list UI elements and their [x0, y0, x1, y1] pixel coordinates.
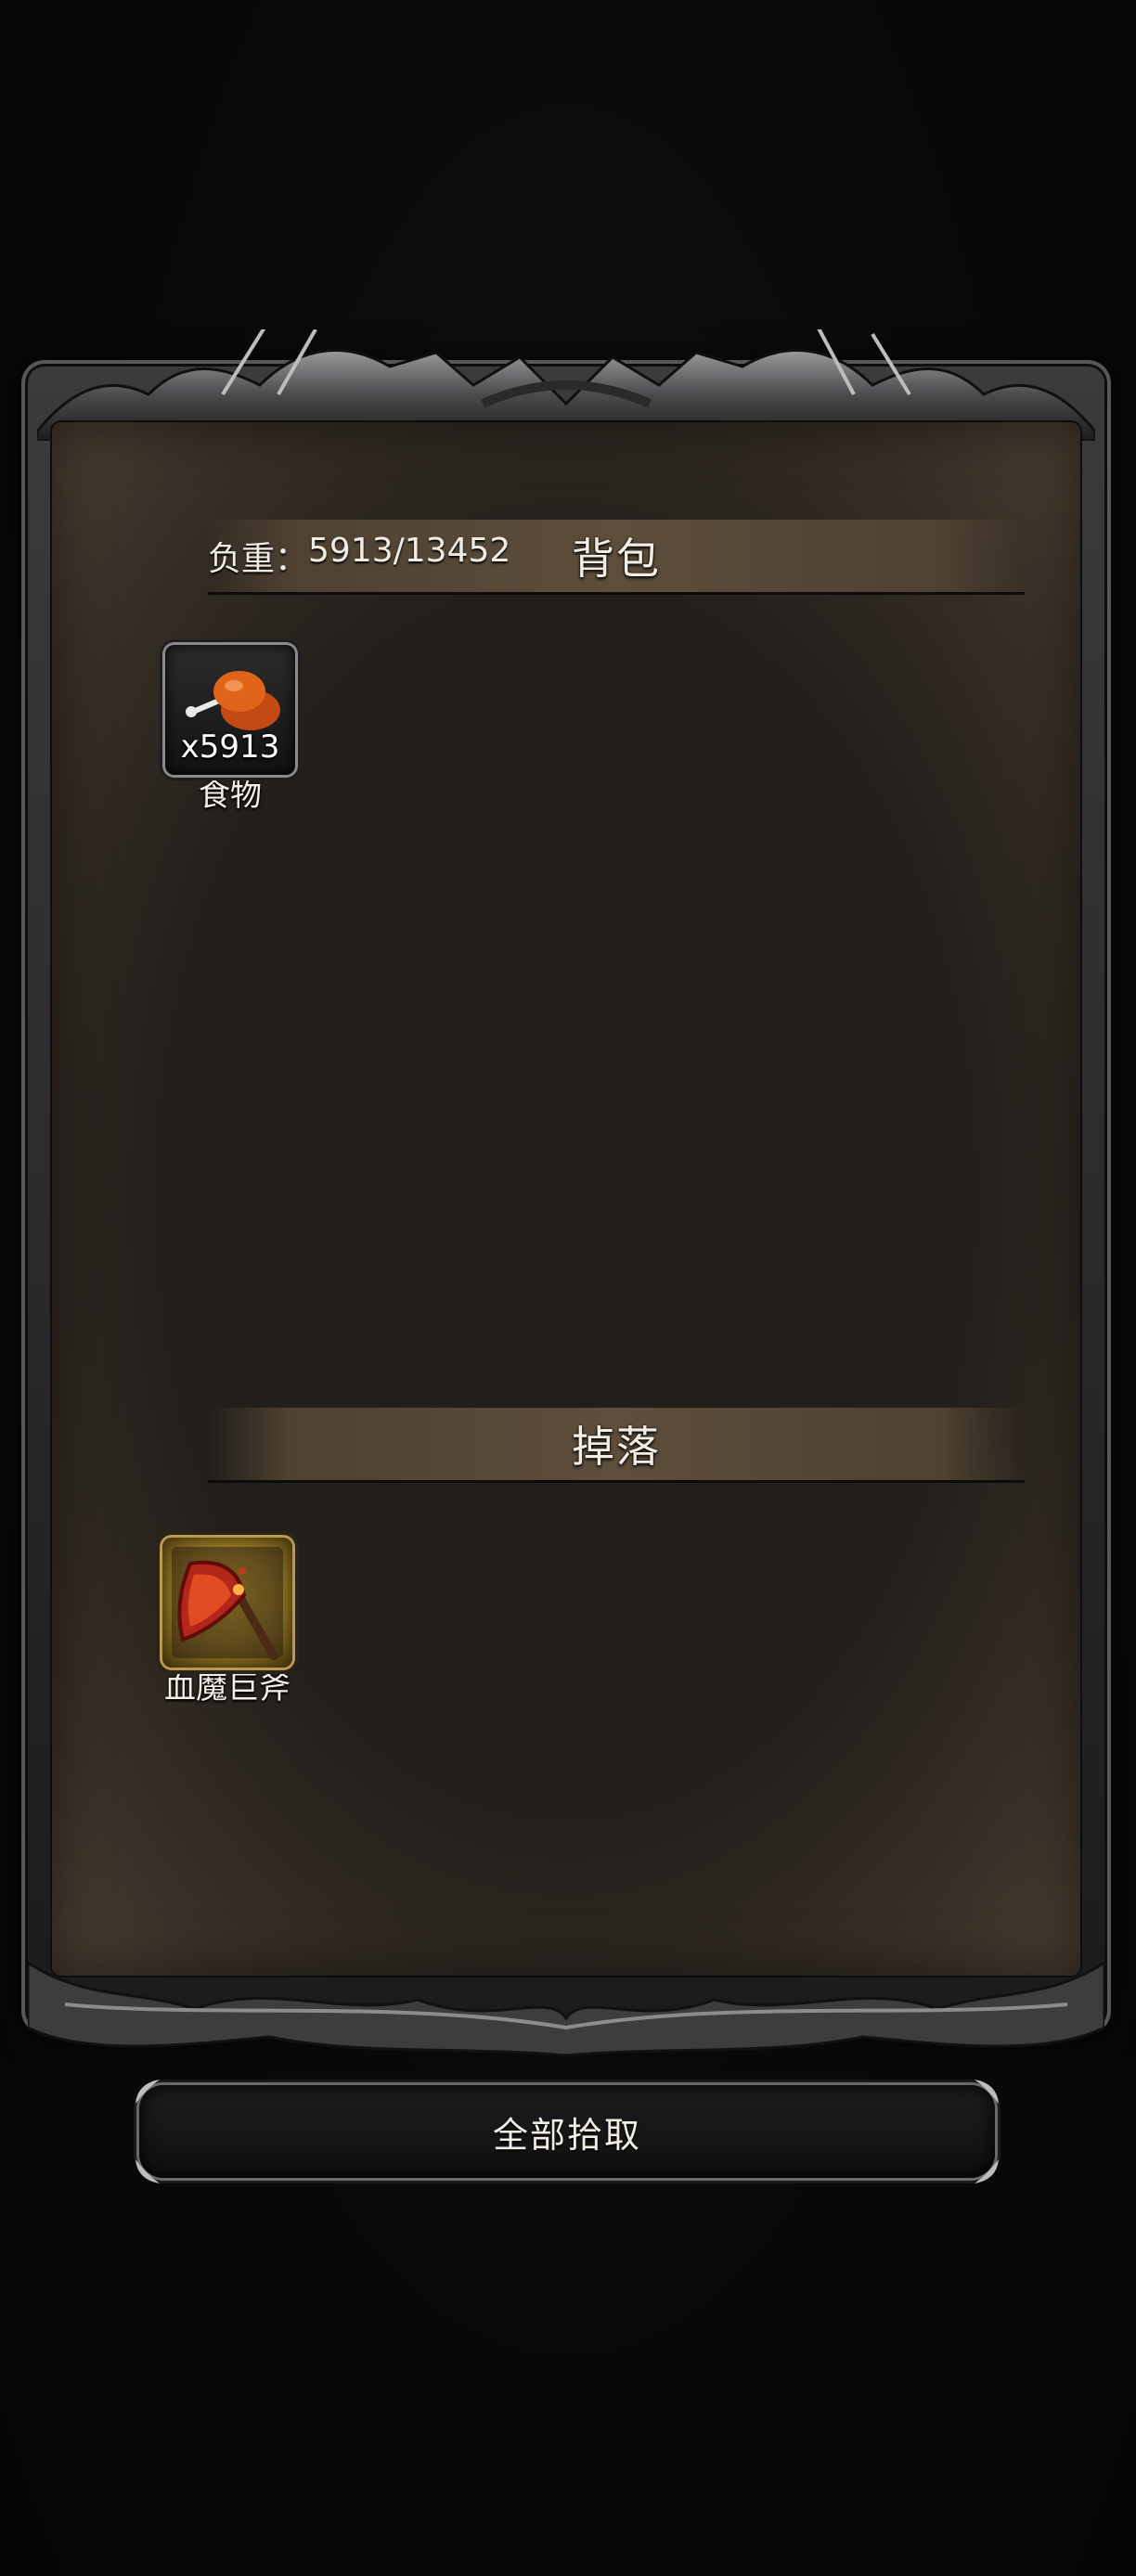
loot-panel: 负重： 5913/13452 背包 x5913 食物 掉落 血魔巨斧: [52, 422, 1080, 1976]
ornament-icon: [136, 2159, 160, 2183]
ornament-icon: [136, 2080, 160, 2104]
drops-title: 掉落: [572, 1422, 661, 1472]
drop-item-axe[interactable]: 血魔巨斧: [153, 1538, 302, 1707]
item-slot[interactable]: [162, 1538, 292, 1668]
item-name: 血魔巨斧: [164, 1669, 290, 1707]
item-slot[interactable]: x5913: [165, 645, 295, 775]
item-quantity: x5913: [180, 728, 280, 766]
ornament-icon: [975, 2159, 999, 2183]
item-name: 食物: [199, 777, 262, 814]
axe-icon: [172, 1547, 283, 1661]
frame-crest-bottom: [28, 1963, 1104, 2057]
ornament-icon: [975, 2080, 999, 2104]
backpack-title: 背包: [572, 534, 661, 584]
pickup-all-label: 全部拾取: [492, 2114, 641, 2156]
drops-header: 掉落: [208, 1408, 1025, 1483]
loot-screen: 负重： 5913/13452 背包 x5913 食物 掉落 血魔巨斧 全部拾取: [0, 0, 1136, 2576]
pickup-all-button[interactable]: 全部拾取: [136, 2080, 999, 2183]
backpack-item-food[interactable]: x5913 食物: [156, 645, 304, 815]
backpack-header: 负重： 5913/13452 背包: [208, 520, 1025, 595]
loot-panel-frame: 负重： 5913/13452 背包 x5913 食物 掉落 血魔巨斧: [28, 329, 1104, 2057]
